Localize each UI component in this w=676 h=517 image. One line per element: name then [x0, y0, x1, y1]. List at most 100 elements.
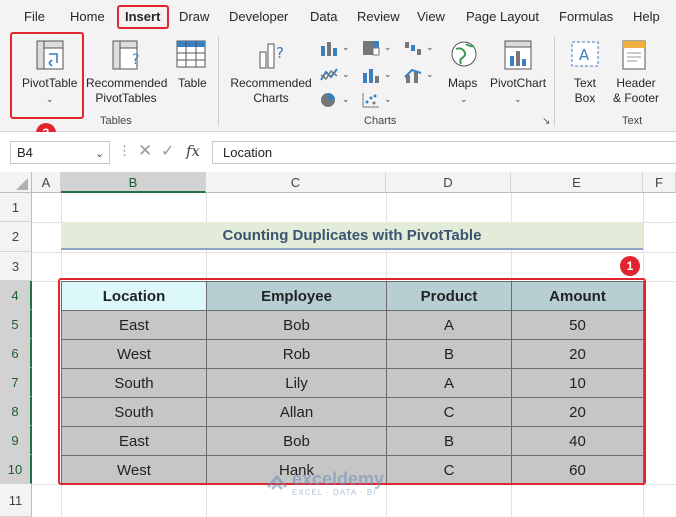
column-chart-button[interactable]: ⌄: [320, 40, 354, 60]
menu-view[interactable]: View: [417, 9, 445, 24]
combo-chart-button[interactable]: ⌄: [404, 67, 438, 87]
line-chart-button[interactable]: ⌄: [320, 67, 354, 87]
cancel-icon[interactable]: ✕: [138, 141, 152, 161]
row-header-4[interactable]: 4: [0, 281, 32, 310]
menu-formulas[interactable]: Formulas: [559, 9, 613, 24]
chevron-down-icon: ⌄: [342, 42, 350, 52]
row-header-1[interactable]: 1: [0, 193, 32, 222]
header-footer-button[interactable]: Header & Footer: [608, 34, 664, 114]
recommended-pivottables-label-2: PivotTables: [95, 91, 157, 105]
header-footer-label-2: & Footer: [612, 91, 660, 105]
column-header-d[interactable]: D: [386, 172, 511, 193]
row-header-9[interactable]: 9: [0, 426, 32, 455]
formula-bar: B4 ⌄ ⋮ ✕ ✓ fx Location: [0, 132, 676, 172]
watermark: exceldemy EXCEL · DATA · BI: [266, 470, 384, 498]
table-icon: [176, 40, 206, 71]
table-button[interactable]: Table: [172, 34, 212, 114]
menu-review[interactable]: Review: [357, 9, 400, 24]
chevron-down-icon: ⌄: [342, 69, 350, 79]
row-header-8[interactable]: 8: [0, 397, 32, 426]
insert-tab-highlight: [117, 5, 169, 29]
waterfall-chart-icon: [404, 42, 422, 59]
combo-chart-icon: [404, 68, 422, 86]
row-header-10[interactable]: 10: [0, 455, 32, 484]
column-header-b[interactable]: B: [61, 172, 206, 193]
maps-button[interactable]: Maps ⌄: [444, 34, 484, 114]
statistic-chart-icon: [362, 69, 380, 86]
dialog-launcher-icon[interactable]: ↘: [542, 116, 550, 127]
scatter-chart-icon: [362, 93, 380, 111]
chevron-down-icon[interactable]: ⌄: [95, 147, 104, 160]
header-footer-icon: [622, 40, 646, 73]
menu-page-layout[interactable]: Page Layout: [466, 9, 539, 24]
chevron-down-icon: ⌄: [426, 69, 434, 79]
pivotchart-icon: [504, 40, 532, 73]
chevron-down-icon: ⌄: [460, 94, 468, 104]
recommended-charts-icon: ?: [258, 40, 288, 73]
row-header-2[interactable]: 2: [0, 222, 32, 252]
recommended-pivottables-icon: ?: [112, 40, 142, 73]
menu-bar: File Home Insert Draw Developer Data Rev…: [0, 0, 676, 32]
group-label-charts: Charts: [364, 115, 397, 127]
recommended-charts-label-2: Charts: [253, 91, 289, 105]
text-box-label-1: Text: [573, 76, 596, 90]
row-header-5[interactable]: 5: [0, 310, 32, 339]
chevron-down-icon: ⌄: [514, 94, 522, 104]
sheet-title[interactable]: Counting Duplicates with PivotTable: [61, 222, 643, 250]
watermark-name: exceldemy: [292, 469, 385, 489]
scatter-chart-button[interactable]: ⌄: [362, 92, 396, 112]
table-highlight: [58, 278, 646, 485]
exceldemy-logo-icon: [266, 473, 288, 496]
gridline: [32, 252, 676, 253]
statistic-chart-button[interactable]: ⌄: [362, 67, 396, 87]
menu-data[interactable]: Data: [310, 9, 337, 24]
chevron-down-icon: ⌄: [426, 42, 434, 52]
column-header-f[interactable]: F: [643, 172, 676, 193]
ribbon: PivotTable ⌄ ? Recommended PivotTables T…: [0, 32, 676, 132]
group-label-tables: Tables: [100, 115, 132, 127]
svg-text:?: ?: [276, 44, 284, 62]
formula-input-value: Location: [223, 145, 273, 160]
text-box-icon: A: [570, 40, 600, 71]
column-header-a[interactable]: A: [32, 172, 61, 193]
pivotchart-button[interactable]: PivotChart ⌄: [488, 34, 548, 114]
text-box-label-2: Box: [574, 91, 596, 105]
row-header-7[interactable]: 7: [0, 368, 32, 397]
column-header-e[interactable]: E: [511, 172, 643, 193]
watermark-tagline: EXCEL · DATA · BI: [292, 488, 377, 497]
recommended-pivottables-label-1: Recommended: [86, 76, 168, 90]
insert-function-icon[interactable]: fx: [186, 142, 200, 160]
pie-chart-icon: [320, 93, 338, 111]
table-label: Table: [178, 76, 207, 90]
worksheet-grid: A B C D E F 1 2 3 4 5 6 7 8 9 10 11 Coun…: [0, 172, 676, 517]
name-box-value: B4: [17, 145, 33, 160]
select-all-button[interactable]: [0, 172, 32, 193]
menu-home[interactable]: Home: [70, 9, 105, 24]
menu-draw[interactable]: Draw: [179, 9, 209, 24]
name-box[interactable]: B4 ⌄: [10, 141, 110, 164]
row-header-6[interactable]: 6: [0, 339, 32, 368]
column-header-c[interactable]: C: [206, 172, 386, 193]
hierarchy-chart-button[interactable]: ⌄: [362, 40, 396, 60]
waterfall-chart-button[interactable]: ⌄: [404, 40, 438, 60]
menu-help[interactable]: Help: [633, 9, 660, 24]
row-header-11[interactable]: 11: [0, 484, 32, 517]
more-options-icon[interactable]: ⋮: [118, 143, 131, 159]
maps-label: Maps: [448, 76, 478, 90]
menu-file[interactable]: File: [24, 9, 45, 24]
recommended-charts-button[interactable]: ? Recommended Charts: [228, 34, 314, 114]
text-box-button[interactable]: A Text Box: [562, 34, 608, 114]
formula-input[interactable]: Location: [212, 141, 676, 164]
globe-icon: [450, 40, 478, 71]
pivottable-highlight: [10, 32, 84, 119]
chevron-down-icon: ⌄: [384, 94, 392, 104]
pie-chart-button[interactable]: ⌄: [320, 92, 354, 112]
svg-text:?: ?: [132, 52, 139, 68]
hierarchy-chart-icon: [362, 41, 380, 59]
line-chart-icon: [320, 68, 338, 86]
menu-developer[interactable]: Developer: [229, 9, 288, 24]
row-header-3[interactable]: 3: [0, 252, 32, 281]
chevron-down-icon: ⌄: [342, 94, 350, 104]
recommended-pivottables-button[interactable]: ? Recommended PivotTables: [86, 34, 168, 114]
enter-icon[interactable]: ✓: [161, 141, 174, 161]
